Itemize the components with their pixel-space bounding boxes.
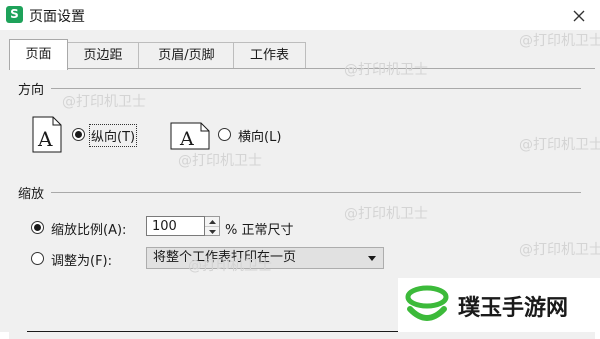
fit-radio[interactable] bbox=[31, 252, 44, 265]
tab-header-footer[interactable]: 页眉/页脚 bbox=[138, 42, 235, 69]
scaling-group-title: 缩放 bbox=[18, 187, 45, 202]
watermark-text: @打印机卫士 bbox=[178, 153, 262, 169]
brand-logo-icon bbox=[405, 285, 449, 321]
orientation-group-title: 方向 bbox=[18, 83, 45, 98]
scale-radio[interactable] bbox=[31, 221, 44, 234]
portrait-radio[interactable] bbox=[72, 128, 85, 141]
scale-stepper[interactable] bbox=[205, 216, 220, 236]
brand-name: 璞玉手游网 bbox=[458, 296, 569, 321]
watermark-text: @打印机卫士 bbox=[62, 94, 146, 110]
increase-button[interactable] bbox=[205, 217, 219, 227]
chevron-down-icon bbox=[208, 229, 216, 234]
landscape-label[interactable]: 横向(L) bbox=[238, 126, 281, 145]
svg-text:A: A bbox=[37, 127, 53, 151]
close-button[interactable] bbox=[568, 5, 590, 27]
watermark-text: @打印机卫士 bbox=[519, 33, 600, 49]
tab-margins[interactable]: 页边距 bbox=[66, 42, 140, 69]
scale-input[interactable]: 100 bbox=[146, 216, 205, 236]
app-icon: S bbox=[6, 6, 23, 23]
watermark-text: @打印机卫士 bbox=[344, 62, 428, 78]
dialog-title: 页面设置 bbox=[29, 9, 85, 25]
fit-label[interactable]: 调整为(F): bbox=[51, 250, 112, 269]
portrait-label[interactable]: 纵向(T) bbox=[88, 124, 138, 147]
landscape-radio[interactable] bbox=[218, 128, 231, 141]
portrait-page-icon: A bbox=[32, 116, 62, 153]
close-icon bbox=[573, 10, 585, 22]
chevron-up-icon bbox=[208, 219, 216, 224]
scaling-divider bbox=[51, 192, 581, 193]
orientation-divider bbox=[51, 88, 581, 89]
tab-page[interactable]: 页面 bbox=[9, 39, 68, 70]
decrease-button[interactable] bbox=[205, 227, 219, 236]
svg-text:A: A bbox=[179, 128, 194, 150]
tab-sheet[interactable]: 工作表 bbox=[233, 42, 306, 69]
dropdown-arrow-icon bbox=[368, 256, 376, 261]
watermark-text: @打印机卫士 bbox=[188, 258, 272, 274]
scale-unit-label: % 正常尺寸 bbox=[225, 223, 294, 238]
scale-label[interactable]: 缩放比例(A): bbox=[51, 219, 126, 238]
title-bar: S 页面设置 bbox=[0, 0, 600, 30]
watermark-text: @打印机卫士 bbox=[519, 137, 600, 153]
landscape-page-icon: A bbox=[170, 122, 210, 150]
brand-badge: 璞玉手游网 bbox=[398, 278, 600, 332]
watermark-text: @打印机卫士 bbox=[519, 242, 600, 258]
watermark-text: @打印机卫士 bbox=[344, 206, 428, 222]
